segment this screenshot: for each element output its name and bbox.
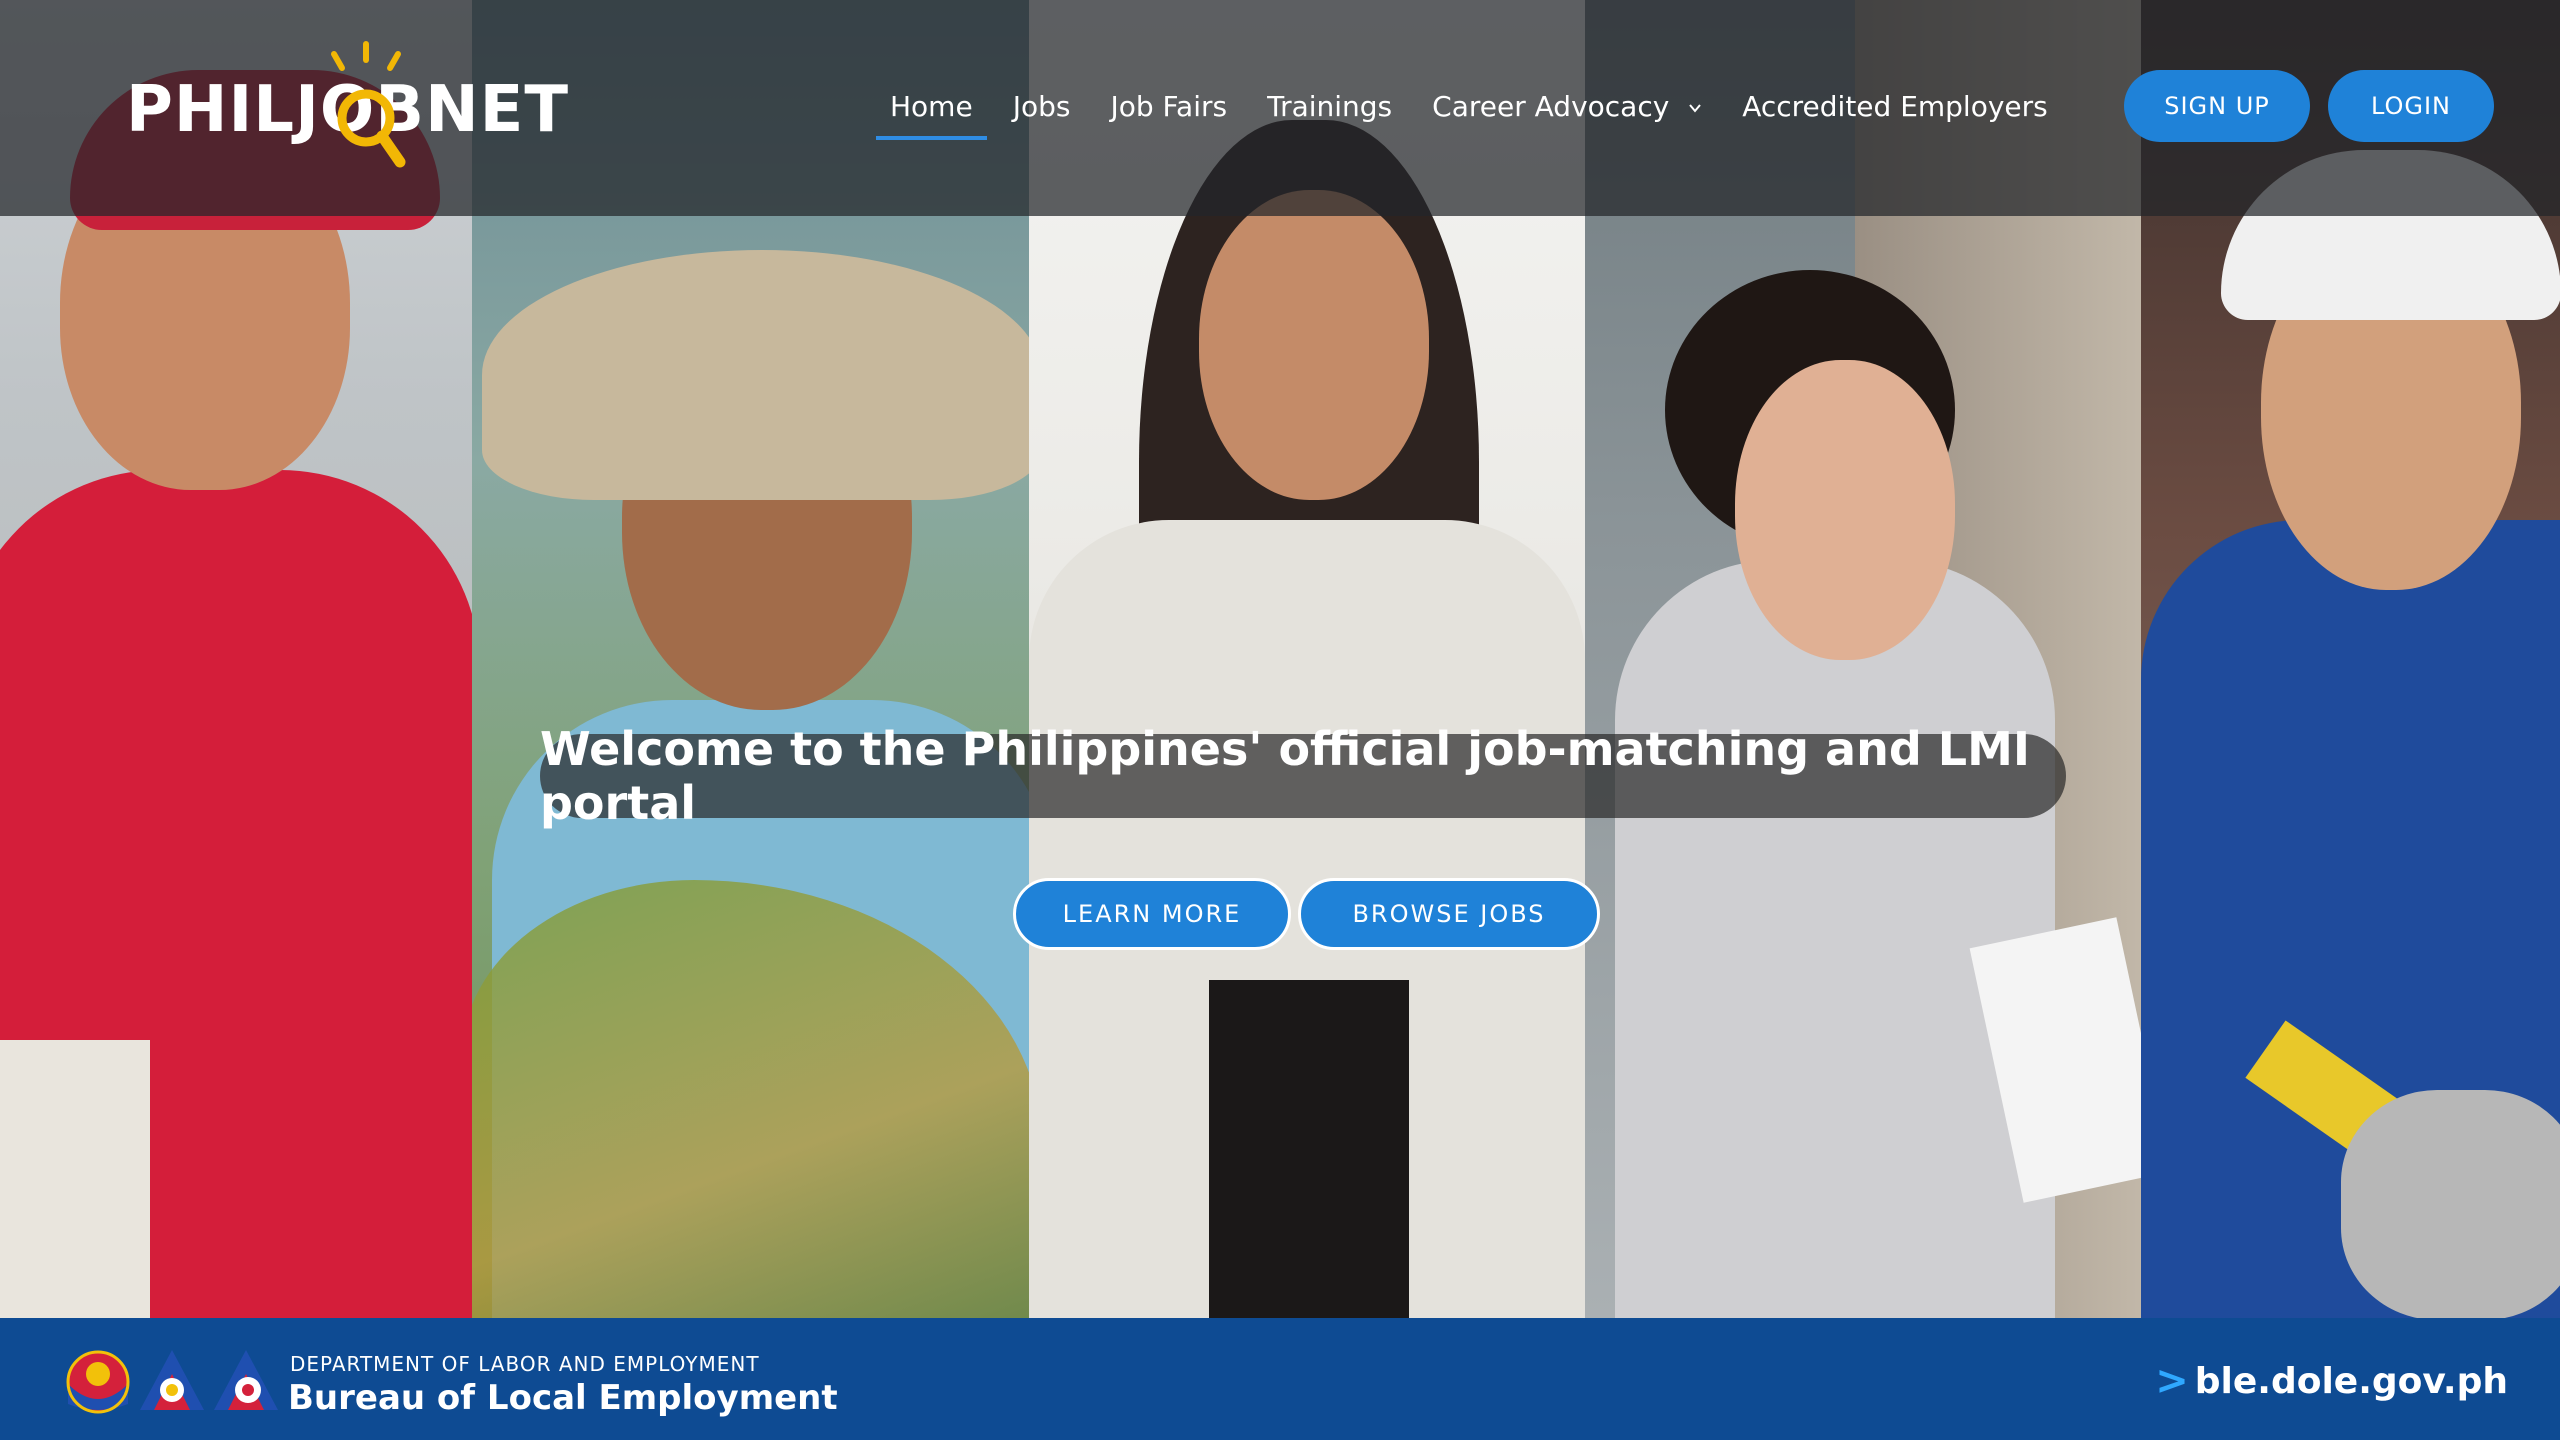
nav-trainings[interactable]: Trainings [1247, 78, 1412, 136]
nav-career-advocacy[interactable]: Career Advocacy [1412, 78, 1722, 136]
welcome-heading: Welcome to the Philippines' official job… [540, 722, 2030, 830]
bureau-name: Bureau of Local Employment [288, 1378, 838, 1418]
nav-accredited-employers[interactable]: Accredited Employers [1722, 78, 2068, 136]
philippine-seal-icon [66, 1350, 130, 1414]
site-header: PHILJOBNET Home Jobs Job Fairs Trainings… [0, 0, 2560, 216]
login-button[interactable]: LOGIN [2328, 70, 2494, 142]
landing-page: PHILJOBNET Home Jobs Job Fairs Trainings… [0, 0, 2560, 1440]
agency-website-link[interactable]: > ble.dole.gov.ph [2155, 1358, 2508, 1404]
logo-text: PHILJOBNET [126, 73, 569, 147]
agency-url: ble.dole.gov.ph [2194, 1360, 2508, 1402]
learn-more-button[interactable]: LEARN MORE [1013, 878, 1291, 950]
nav-jobs[interactable]: Jobs [993, 78, 1091, 136]
sign-up-button[interactable]: SIGN UP [2124, 70, 2310, 142]
dole-seal-icon [140, 1350, 204, 1410]
browse-jobs-button[interactable]: BROWSE JOBS [1298, 878, 1600, 950]
main-nav: Home Jobs Job Fairs Trainings Career Adv… [870, 78, 2068, 140]
chevron-down-icon [1689, 104, 1701, 113]
chevron-right-icon: > [2155, 1358, 2189, 1404]
department-name: DEPARTMENT OF LABOR AND EMPLOYMENT [290, 1352, 760, 1376]
welcome-banner: Welcome to the Philippines' official job… [540, 722, 2066, 830]
ble-seal-icon [214, 1350, 278, 1410]
nav-career-advocacy-label: Career Advocacy [1432, 90, 1670, 123]
nav-job-fairs[interactable]: Job Fairs [1090, 78, 1247, 136]
nav-home[interactable]: Home [870, 78, 993, 140]
site-logo[interactable]: PHILJOBNET [126, 40, 569, 180]
